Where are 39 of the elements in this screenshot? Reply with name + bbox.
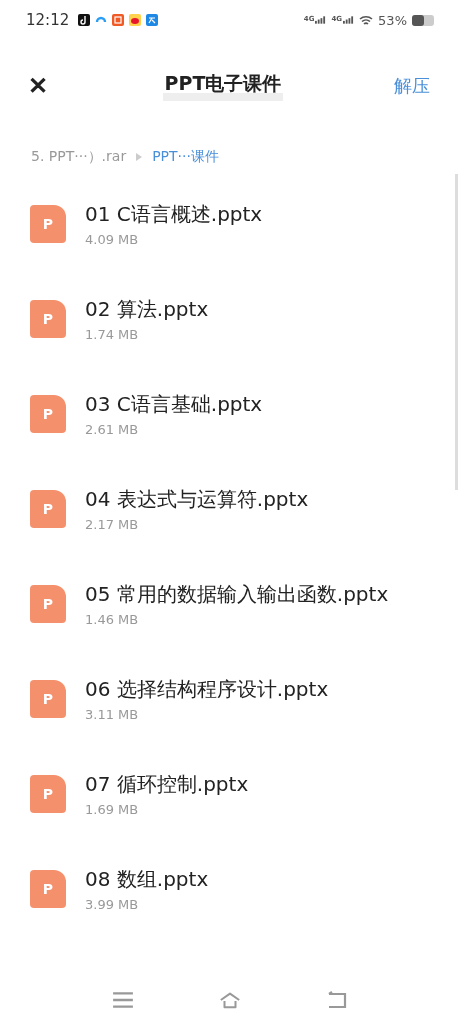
presentation-file-icon: P [30, 489, 66, 528]
file-name[interactable]: 06 选择结构程序设计.pptx [85, 675, 329, 702]
file-name[interactable]: 05 常用的数据输入输出函数.pptx [85, 580, 389, 607]
window-title: PPT电子课件 [162, 71, 284, 101]
file-name[interactable]: 03 C语言基础.pptx [85, 390, 263, 417]
file-size: 1.69 MB [85, 801, 140, 817]
menu-icon[interactable] [112, 991, 135, 1009]
file-size: 2.17 MB [85, 516, 140, 532]
file-name[interactable]: 01 C语言概述.pptx [85, 200, 263, 227]
close-button[interactable]: ✕ [24, 72, 52, 100]
breadcrumb-item[interactable]: PPT···课件 [152, 148, 219, 166]
signal-icon [315, 16, 327, 24]
presentation-file-icon: P [30, 299, 66, 338]
presentation-file-icon: P [30, 204, 66, 243]
presentation-file-icon: P [30, 774, 66, 813]
file-size: 2.61 MB [85, 421, 140, 437]
presentation-file-icon: P [30, 869, 66, 908]
battery-icon [412, 14, 434, 26]
file-name[interactable]: 02 算法.pptx [85, 295, 209, 322]
file-size: 3.11 MB [85, 706, 140, 722]
file-size: 4.09 MB [85, 231, 140, 247]
status-time: 12:12 [26, 11, 70, 29]
file-name[interactable]: 08 数组.pptx [85, 865, 209, 892]
file-size: 1.74 MB [85, 326, 140, 342]
signal-icon [343, 16, 355, 24]
breadcrumb-separator-icon [136, 153, 143, 161]
battery-percentage: 53% [378, 12, 407, 28]
presentation-file-icon: P [30, 584, 66, 623]
translate-app-icon [146, 14, 159, 26]
file-name[interactable]: 07 循环控制.pptx [85, 770, 249, 797]
shopping-app-icon [112, 14, 125, 26]
home-icon[interactable] [219, 991, 241, 1009]
file-size: 3.99 MB [85, 896, 140, 912]
music-app-icon [78, 14, 91, 26]
file-name[interactable]: 04 表达式与运算符.pptx [85, 485, 309, 512]
presentation-file-icon: P [30, 394, 66, 433]
file-size: 1.46 MB [85, 611, 140, 627]
wifi-icon [359, 14, 374, 26]
presentation-file-icon: P [30, 679, 66, 718]
